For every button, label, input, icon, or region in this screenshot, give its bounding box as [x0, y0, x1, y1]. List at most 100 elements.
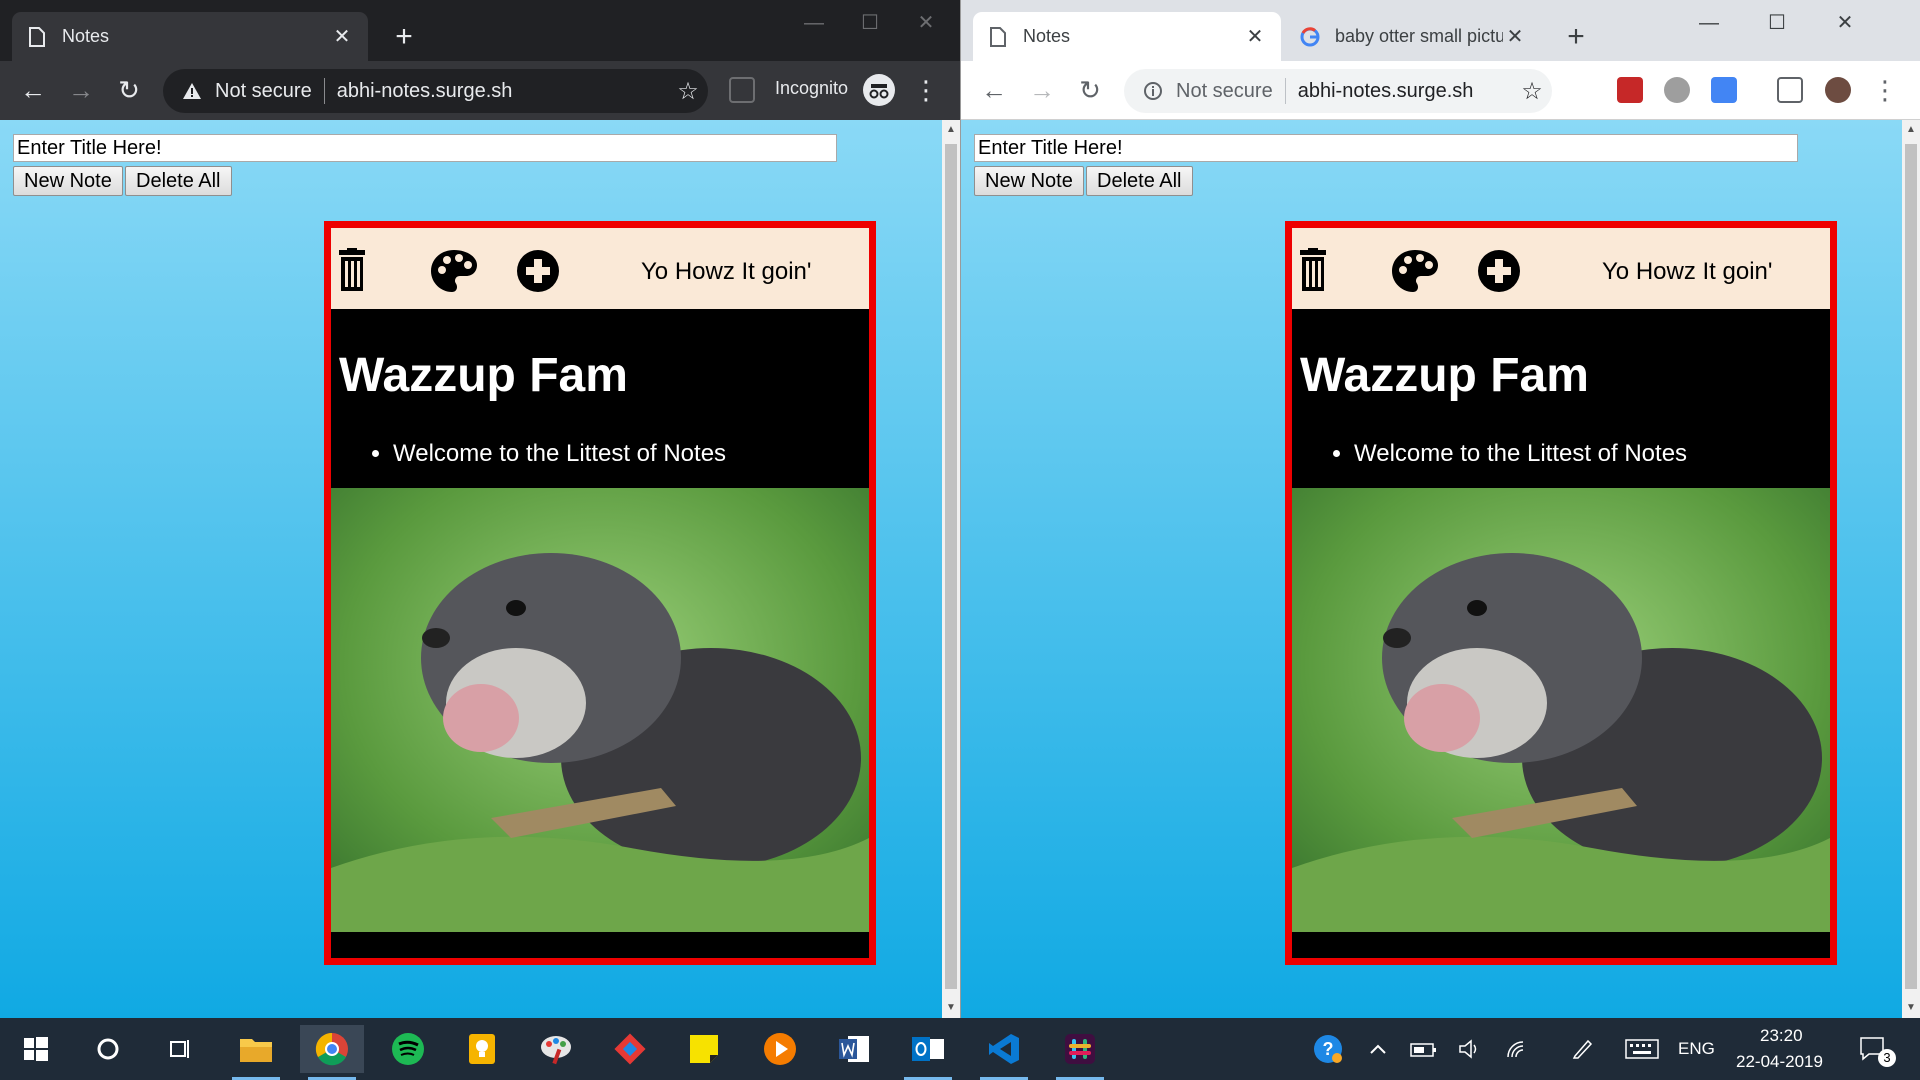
palette-icon[interactable]: [1390, 248, 1440, 294]
browser-toolbar: ← → ↻ Not secure abhi-notes.surge.sh ☆ I…: [0, 61, 960, 120]
action-center-button[interactable]: 3: [1848, 1025, 1898, 1073]
reload-button[interactable]: ↻: [1073, 73, 1107, 107]
tab-google-search[interactable]: baby otter small picture - G ✕: [1285, 12, 1541, 61]
plus-circle-icon[interactable]: [515, 248, 565, 294]
url-text[interactable]: abhi-notes.surge.sh: [337, 80, 668, 103]
battery-icon: [1410, 1043, 1436, 1057]
menu-icon[interactable]: ⋮: [909, 73, 943, 107]
palette-icon[interactable]: [429, 248, 479, 294]
new-tab-button[interactable]: +: [1559, 20, 1593, 54]
paint-palette-icon: [541, 1036, 571, 1065]
vertical-scrollbar[interactable]: ▲ ▼: [942, 120, 960, 1018]
vscode-button[interactable]: [972, 1025, 1036, 1080]
sticky-note-icon: [690, 1035, 718, 1063]
scroll-down-arrow[interactable]: ▼: [1902, 998, 1920, 1018]
database-extension-icon[interactable]: [1664, 77, 1690, 103]
slack-icon: [1065, 1034, 1095, 1064]
note-heading: Wazzup Fam: [339, 349, 628, 402]
close-window-button[interactable]: ✕: [898, 8, 954, 38]
start-button[interactable]: [4, 1025, 68, 1073]
url-text[interactable]: abhi-notes.surge.sh: [1298, 80, 1512, 103]
incognito-icon[interactable]: [863, 74, 895, 106]
cast-icon[interactable]: [1777, 77, 1803, 103]
wifi-button[interactable]: [1496, 1025, 1536, 1073]
cast-icon[interactable]: [729, 77, 755, 103]
forward-button[interactable]: →: [1025, 73, 1059, 107]
outlook-button[interactable]: [896, 1025, 960, 1080]
close-window-button[interactable]: ✕: [1817, 8, 1873, 38]
trash-icon[interactable]: [1294, 248, 1344, 294]
minimize-button[interactable]: —: [1681, 8, 1737, 38]
pen-button[interactable]: [1562, 1025, 1602, 1073]
volume-button[interactable]: [1450, 1025, 1490, 1073]
tab-notes[interactable]: Notes ✕: [12, 12, 368, 61]
info-icon[interactable]: [1142, 80, 1164, 102]
git-button[interactable]: [598, 1025, 662, 1073]
pen-icon: [1572, 1039, 1593, 1059]
input-language-indicator[interactable]: ENG: [1678, 1039, 1715, 1059]
word-button[interactable]: [822, 1025, 886, 1073]
tab-close-icon[interactable]: ✕: [1243, 24, 1267, 49]
word-icon: [839, 1036, 869, 1062]
bookmark-star-icon[interactable]: ☆: [668, 77, 708, 106]
forward-button[interactable]: →: [64, 73, 98, 107]
new-tab-button[interactable]: +: [387, 20, 421, 54]
clock-date[interactable]: 22-04-2019: [1736, 1052, 1823, 1072]
bookmark-star-icon[interactable]: ☆: [1512, 77, 1552, 106]
scrollbar-thumb[interactable]: [945, 144, 957, 989]
clock-time[interactable]: 23:20: [1760, 1026, 1803, 1046]
profile-avatar[interactable]: [1825, 77, 1851, 103]
spotify-button[interactable]: [376, 1025, 440, 1073]
file-explorer-button[interactable]: [224, 1025, 288, 1080]
plus-circle-icon[interactable]: [1476, 248, 1526, 294]
tab-close-icon[interactable]: ✕: [330, 24, 354, 49]
minimize-button[interactable]: —: [786, 8, 842, 38]
delete-all-button[interactable]: Delete All: [1086, 166, 1193, 196]
page-icon: [26, 26, 48, 48]
back-button[interactable]: ←: [16, 73, 50, 107]
sticky-notes-button[interactable]: [672, 1025, 736, 1073]
vertical-scrollbar[interactable]: ▲ ▼: [1902, 120, 1920, 1018]
address-bar[interactable]: Not secure abhi-notes.surge.sh ☆: [1124, 69, 1552, 113]
slack-button[interactable]: [1048, 1025, 1112, 1080]
delete-all-button[interactable]: Delete All: [125, 166, 232, 196]
maximize-button[interactable]: ☐: [1749, 8, 1805, 38]
bookmark-extension-icon[interactable]: [1617, 77, 1643, 103]
address-bar[interactable]: Not secure abhi-notes.surge.sh ☆: [163, 69, 708, 113]
tab-close-icon[interactable]: ✕: [1503, 24, 1527, 49]
new-note-button[interactable]: New Note: [13, 166, 123, 196]
battery-button[interactable]: [1404, 1025, 1444, 1073]
cortana-button[interactable]: [76, 1025, 140, 1073]
chevron-up-icon: [1370, 1044, 1386, 1054]
trash-icon[interactable]: [333, 248, 383, 294]
show-hidden-icons-button[interactable]: [1358, 1025, 1398, 1073]
title-input[interactable]: [974, 134, 1798, 162]
warning-icon[interactable]: [181, 80, 203, 102]
scroll-down-arrow[interactable]: ▼: [942, 998, 960, 1018]
play-circle-icon: [764, 1033, 796, 1065]
list-item: Welcome to the Littest of Notes: [1354, 440, 1687, 468]
back-button[interactable]: ←: [977, 73, 1011, 107]
otter-photo: [331, 488, 869, 932]
translate-extension-icon[interactable]: [1711, 77, 1737, 103]
chrome-button[interactable]: [300, 1025, 364, 1080]
tab-title: Notes: [1023, 26, 1071, 46]
paint-button[interactable]: [524, 1025, 588, 1073]
scroll-up-arrow[interactable]: ▲: [942, 120, 960, 140]
otter-photo: [1292, 488, 1830, 932]
new-note-button[interactable]: New Note: [974, 166, 1084, 196]
title-input[interactable]: [13, 134, 837, 162]
scrollbar-thumb[interactable]: [1905, 144, 1917, 989]
maximize-button[interactable]: ☐: [842, 8, 898, 38]
google-icon: [1299, 26, 1321, 48]
help-tray-button[interactable]: ?: [1304, 1025, 1352, 1073]
scroll-up-arrow[interactable]: ▲: [1902, 120, 1920, 140]
plex-button[interactable]: [748, 1025, 812, 1073]
tab-notes[interactable]: Notes ✕: [973, 12, 1281, 61]
reload-button[interactable]: ↻: [112, 73, 146, 107]
security-label: Not secure: [215, 79, 312, 102]
menu-icon[interactable]: ⋮: [1868, 73, 1902, 107]
task-view-button[interactable]: [148, 1025, 212, 1073]
touch-keyboard-button[interactable]: [1620, 1025, 1664, 1073]
keep-button[interactable]: [450, 1025, 514, 1073]
